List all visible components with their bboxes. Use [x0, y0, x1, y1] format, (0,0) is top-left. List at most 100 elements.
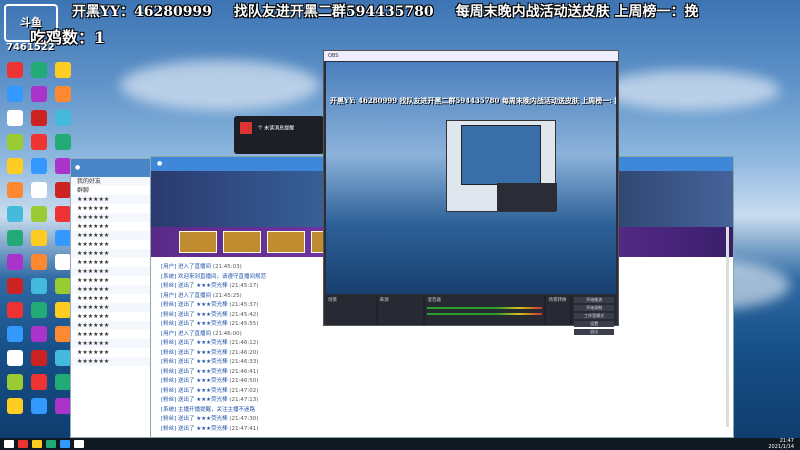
obs-control-button[interactable]: 工作室模式	[574, 313, 615, 319]
message-time: (21:46:33)	[229, 359, 259, 365]
list-item[interactable]: ★★★★★★	[71, 330, 157, 339]
desktop-icon[interactable]	[28, 350, 50, 366]
desktop-icon[interactable]	[28, 110, 50, 126]
desktop-icon[interactable]	[28, 398, 50, 414]
list-item[interactable]: 我的好友	[71, 177, 157, 186]
desktop-icon[interactable]	[4, 326, 26, 342]
desktop-icon[interactable]	[52, 86, 74, 102]
message-text: [粉丝] 送出了 ★★★荧光棒	[161, 340, 228, 346]
list-item[interactable]: ★★★★★★	[71, 240, 157, 249]
desktop-icon[interactable]	[4, 230, 26, 246]
taskbar: 21:47 2021/1/14	[0, 438, 800, 450]
marquee-item: 找队友进开黑二群594435780	[233, 4, 434, 20]
list-item[interactable]: 群聊	[71, 186, 157, 195]
desktop-icon[interactable]	[28, 278, 50, 294]
list-item[interactable]: ★★★★★★	[71, 249, 157, 258]
list-item[interactable]: ★★★★★★	[71, 276, 157, 285]
desktop-icon[interactable]	[4, 62, 26, 78]
transitions-dock[interactable]: 场景转换	[546, 295, 571, 325]
list-item[interactable]: ★★★★★★	[71, 312, 157, 321]
message-time: (21:45:42)	[229, 311, 259, 318]
list-item[interactable]: ★★★★★★	[71, 195, 157, 204]
desktop-icon[interactable]	[28, 254, 50, 270]
app-icon[interactable]	[18, 440, 28, 448]
list-item[interactable]: ★★★★★★	[71, 321, 157, 330]
list-item[interactable]: ★★★★★★	[71, 285, 157, 294]
app-icon	[55, 374, 71, 390]
message-time: (21:46:12)	[229, 340, 259, 346]
obs-control-button[interactable]: 开始录制	[574, 305, 615, 311]
desktop-icon[interactable]	[52, 134, 74, 150]
desktop-icon[interactable]	[28, 326, 50, 342]
app-icon[interactable]	[46, 440, 56, 448]
list-item[interactable]: ★★★★★★	[71, 303, 157, 312]
start-icon[interactable]	[4, 440, 14, 448]
desktop-icon[interactable]	[28, 158, 50, 174]
desktop-icon[interactable]	[4, 86, 26, 102]
app-icon	[7, 62, 23, 78]
desktop-icon[interactable]	[4, 302, 26, 318]
app-icon	[7, 230, 23, 246]
desktop-icon[interactable]	[28, 302, 50, 318]
scrollbar[interactable]	[726, 227, 729, 427]
message-text: [粉丝] 送出了 ★★★荧光棒	[161, 359, 228, 365]
desktop-icon[interactable]	[4, 398, 26, 414]
app-icon	[7, 110, 23, 126]
list-item[interactable]: ★★★★★★	[71, 204, 157, 213]
list-item[interactable]: ★★★★★★	[71, 258, 157, 267]
list-item[interactable]: ★★★★★★	[71, 339, 157, 348]
obs-control-button[interactable]: 退出	[574, 329, 615, 335]
obs-icon[interactable]	[74, 440, 84, 448]
friend-list-window[interactable]: ● 我的好友 群聊 ★★★★★★ ★★★★★★ ★★★★★★ ★★★★★★ ★★★★★★ ★★…	[70, 158, 158, 438]
desktop-icon[interactable]	[52, 62, 74, 78]
desktop-icon[interactable]	[28, 230, 50, 246]
app-icon[interactable]	[60, 440, 70, 448]
desktop-icon[interactable]	[4, 254, 26, 270]
list-item[interactable]: ★★★★★★	[71, 267, 157, 276]
desktop-icon[interactable]	[28, 206, 50, 222]
desktop-icon[interactable]	[52, 110, 74, 126]
obs-window[interactable]: OBS 开黑YY: 46280999 找队友进开黑二群594435780 每周末…	[323, 50, 619, 335]
desktop-icon[interactable]	[28, 182, 50, 198]
app-icon	[7, 398, 23, 414]
list-item[interactable]: ★★★★★★	[71, 222, 157, 231]
desktop-icon[interactable]	[4, 350, 26, 366]
desktop-icon[interactable]	[28, 134, 50, 150]
message-text: [粉丝] 送出了 ★★★荧光棒	[161, 321, 228, 327]
gift-card[interactable]	[179, 231, 217, 253]
desktop-icon[interactable]	[4, 158, 26, 174]
list-item[interactable]: ★★★★★★	[71, 213, 157, 222]
desktop-icon[interactable]	[28, 86, 50, 102]
desktop-icon[interactable]	[28, 62, 50, 78]
app-icon	[55, 206, 71, 222]
chat-message: [粉丝] 送出了 ★★★荧光棒 (21:46:41)	[161, 368, 723, 378]
desktop-icon[interactable]	[4, 278, 26, 294]
message-text: [粉丝] 送出了 ★★★荧光棒	[161, 378, 228, 384]
app-icon	[7, 326, 23, 342]
scenes-dock[interactable]: 场景	[326, 295, 376, 325]
message-time: (21:45:55)	[229, 321, 259, 327]
obs-control-button[interactable]: 设置	[574, 321, 615, 327]
desktop-icon[interactable]	[4, 134, 26, 150]
list-item[interactable]: ★★★★★★	[71, 357, 157, 366]
notification-popup[interactable]: 个 未读消息提醒	[234, 116, 324, 154]
list-item[interactable]: ★★★★★★	[71, 294, 157, 303]
desktop-icon[interactable]	[28, 374, 50, 390]
gift-card[interactable]	[267, 231, 305, 253]
desktop-icon[interactable]	[4, 374, 26, 390]
folder-icon[interactable]	[32, 440, 42, 448]
app-icon	[31, 350, 47, 366]
marquee-item: 每周末晚内战活动送皮肤 上周榜一：挽	[455, 4, 699, 20]
sources-dock[interactable]: 来源	[377, 295, 424, 325]
message-time: (21:47:41)	[229, 425, 259, 432]
message-text: [粉丝] 送出了 ★★★荧光棒	[161, 425, 228, 432]
gift-card[interactable]	[223, 231, 261, 253]
desktop-icon[interactable]	[4, 206, 26, 222]
desktop-icon[interactable]	[4, 182, 26, 198]
list-item[interactable]: ★★★★★★	[71, 348, 157, 357]
desktop-icon[interactable]	[4, 110, 26, 126]
list-item[interactable]: ★★★★★★	[71, 231, 157, 240]
app-icon	[31, 374, 47, 390]
mixer-dock[interactable]: 混音器	[425, 295, 545, 325]
obs-control-button[interactable]: 开始推流	[574, 297, 615, 303]
